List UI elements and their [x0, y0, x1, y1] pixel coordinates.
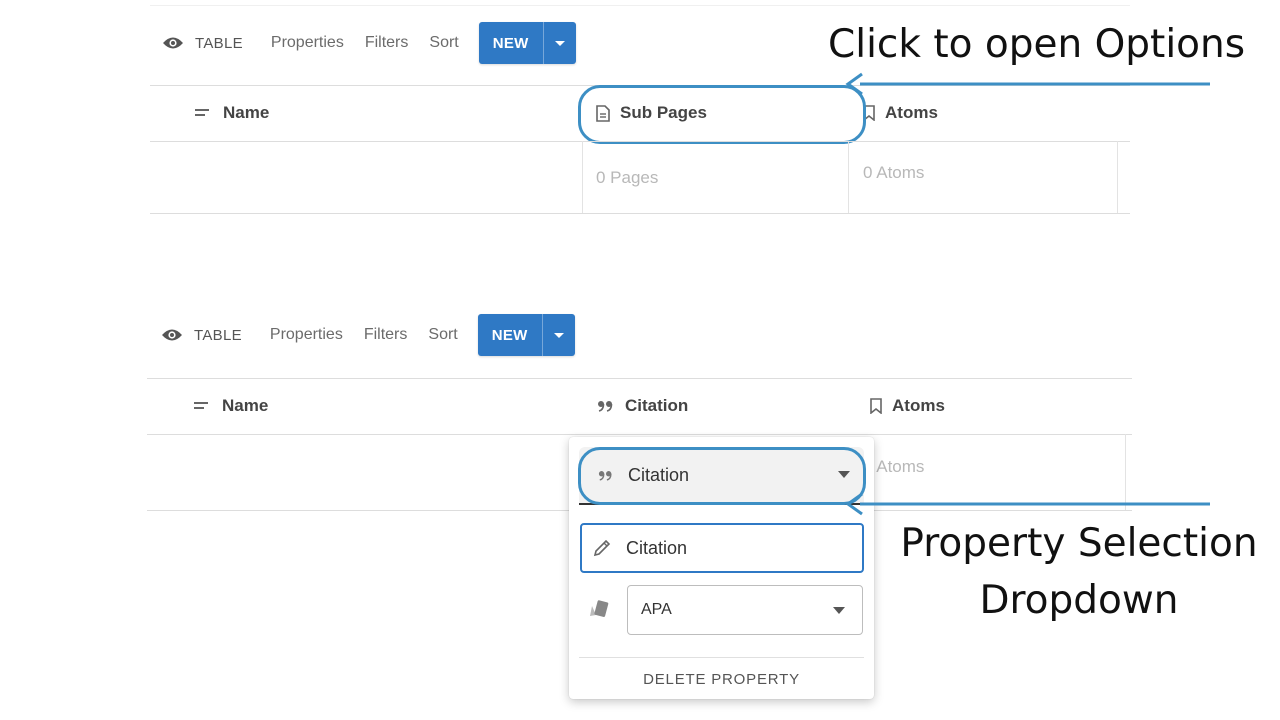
column-header-label: Atoms: [892, 396, 945, 415]
column-header-label: Citation: [625, 396, 689, 415]
style-icon: [590, 600, 609, 617]
view-selector[interactable]: TABLE: [161, 327, 242, 344]
property-name-value: Citation: [626, 537, 688, 558]
column-header-name[interactable]: Name: [195, 100, 269, 126]
column-header-label: Name: [223, 103, 270, 122]
bookmark-icon: [870, 398, 882, 414]
column-header-label: Name: [222, 396, 269, 415]
new-button[interactable]: NEW: [478, 22, 576, 64]
caret-down-icon: [553, 332, 564, 338]
sort-link[interactable]: Sort: [428, 326, 457, 344]
top-toolbar: TABLE Properties Filters Sort NEW: [162, 21, 576, 65]
citation-style-value: APA: [641, 601, 672, 618]
column-header-name[interactable]: Name: [194, 393, 268, 419]
citation-style-select[interactable]: APA: [627, 585, 863, 635]
pencil-icon: [593, 539, 611, 557]
text-lines-icon: [194, 402, 208, 409]
annotation-options: Click to open Options: [828, 22, 1246, 67]
dropdown-highlight: [578, 447, 866, 505]
column-header-citation[interactable]: Citation: [597, 393, 688, 419]
quote-icon: [598, 401, 613, 412]
caret-down-icon: [554, 40, 565, 46]
properties-link[interactable]: Properties: [270, 326, 343, 344]
eye-icon: [162, 329, 182, 341]
row-divider: [150, 213, 1130, 214]
sort-link[interactable]: Sort: [429, 34, 458, 52]
new-dropdown-toggle[interactable]: [541, 314, 575, 356]
options-highlight: [578, 85, 866, 144]
delete-property-button[interactable]: DELETE PROPERTY: [579, 657, 864, 700]
new-button-label: NEW: [492, 34, 529, 52]
filters-link[interactable]: Filters: [364, 326, 408, 344]
bottom-toolbar: TABLE Properties Filters Sort NEW: [161, 313, 575, 357]
column-header-label: Atoms: [885, 103, 938, 122]
column-header-atoms[interactable]: Atoms: [863, 100, 938, 126]
cell-divider: [582, 141, 583, 213]
header-bottom-divider: [150, 141, 1130, 142]
new-dropdown-toggle[interactable]: [542, 22, 576, 64]
view-selector[interactable]: TABLE: [162, 35, 243, 52]
new-button[interactable]: NEW: [477, 314, 575, 356]
dropdown-arrow-icon: [833, 607, 845, 614]
annotation-arrow-icon: [845, 72, 1210, 96]
top-border: [150, 5, 1130, 6]
view-label: TABLE: [194, 326, 242, 344]
annotation-dropdown-line2: Dropdown: [979, 578, 1179, 623]
text-lines-icon: [195, 109, 209, 116]
property-name-input[interactable]: Citation: [580, 523, 864, 573]
cell-divider: [848, 141, 849, 213]
atoms-cell[interactable]: 0 Atoms: [863, 163, 924, 183]
sub-pages-cell[interactable]: 0 Pages: [596, 168, 658, 188]
column-header-atoms[interactable]: Atoms: [870, 393, 945, 419]
new-button-label: NEW: [491, 326, 528, 344]
filters-link[interactable]: Filters: [365, 34, 409, 52]
header-bottom-divider: [147, 434, 1132, 435]
view-label: TABLE: [195, 34, 243, 52]
cell-divider: [1117, 141, 1118, 213]
properties-link[interactable]: Properties: [271, 34, 344, 52]
annotation-dropdown: Property Selection Dropdown: [890, 515, 1268, 629]
annotation-dropdown-line1: Property Selection: [900, 521, 1258, 566]
header-top-divider: [147, 378, 1132, 379]
eye-icon: [163, 37, 183, 49]
